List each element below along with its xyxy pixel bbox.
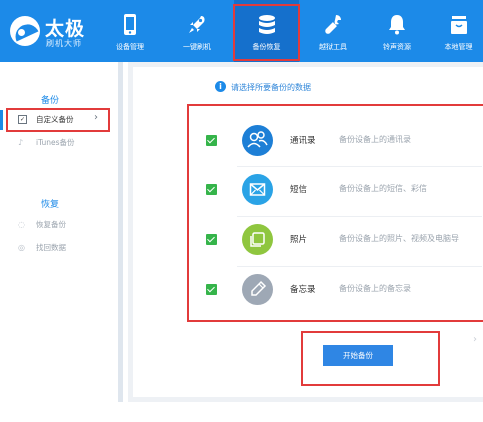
nav-label: 设备管理	[116, 43, 144, 51]
brand-title: 太极	[45, 18, 86, 40]
nav-backup-restore[interactable]: 备份恢复	[234, 0, 299, 62]
sidebar-item-recover-data[interactable]: ◎ 找回数据	[6, 236, 110, 259]
chevron-right-icon: ›	[94, 112, 98, 123]
nav-device-management[interactable]: 设备管理	[99, 0, 161, 62]
nav-label: 越狱工具	[319, 43, 347, 51]
top-bar: 太极 刷机大师 设备管理 一键刷机 备份恢复 越狱工具 铃声资源 本地管理	[0, 0, 483, 62]
chevron-right-icon: ›	[473, 334, 477, 345]
nav-label: 本地管理	[444, 43, 473, 51]
nav-jailbreak-tools[interactable]: 越狱工具	[302, 0, 364, 62]
database-icon	[256, 13, 278, 37]
sidebar-active-indicator	[0, 110, 3, 130]
sidebar-restore-title: 恢复	[40, 200, 59, 210]
sidebar-item-custom-backup[interactable]: ✓ 自定义备份 ›	[6, 108, 110, 131]
sidebar-item-itunes-backup[interactable]: ♪ iTunes备份	[6, 131, 110, 154]
nav-label: 备份恢复	[252, 43, 281, 51]
restore-icon: ◌	[18, 220, 25, 229]
recover-icon: ◎	[18, 243, 25, 252]
rocket-icon	[186, 13, 208, 37]
sidebar-item-restore-backup[interactable]: ◌ 恢复备份	[6, 213, 110, 236]
nav-one-click-flash[interactable]: 一键刷机	[166, 0, 228, 62]
start-backup-button[interactable]: 开始备份	[323, 345, 393, 366]
phone-icon	[119, 13, 141, 37]
music-note-icon: ♪	[18, 138, 24, 147]
sidebar-backup-title: 备份	[40, 96, 59, 106]
sidebar-item-label: 恢复备份	[36, 220, 66, 229]
hint-text: 请选择所要备份的数据	[231, 83, 311, 92]
nav-ringtone-resources[interactable]: 铃声资源	[366, 0, 428, 62]
checkbox-icon: ✓	[18, 115, 27, 124]
options-highlight-box	[187, 104, 483, 322]
sidebar-item-label: 找回数据	[36, 243, 66, 252]
taichi-logo-icon	[10, 16, 40, 46]
sidebar: 备份 ✓ 自定义备份 › ♪ iTunes备份 恢复 ◌ 恢复备份 ◎ 找回数据	[0, 62, 123, 402]
sidebar-item-label: iTunes备份	[36, 138, 75, 147]
nav-label: 铃声资源	[383, 43, 411, 51]
wrench-icon	[322, 13, 344, 37]
info-icon: i	[215, 81, 226, 92]
bell-icon	[386, 13, 408, 37]
nav-local-management[interactable]: 本地管理	[434, 0, 483, 62]
sidebar-item-label: 自定义备份	[36, 115, 74, 124]
box-icon	[448, 13, 470, 37]
nav-label: 一键刷机	[183, 43, 211, 51]
brand-subtitle: 刷机大师	[46, 39, 82, 48]
